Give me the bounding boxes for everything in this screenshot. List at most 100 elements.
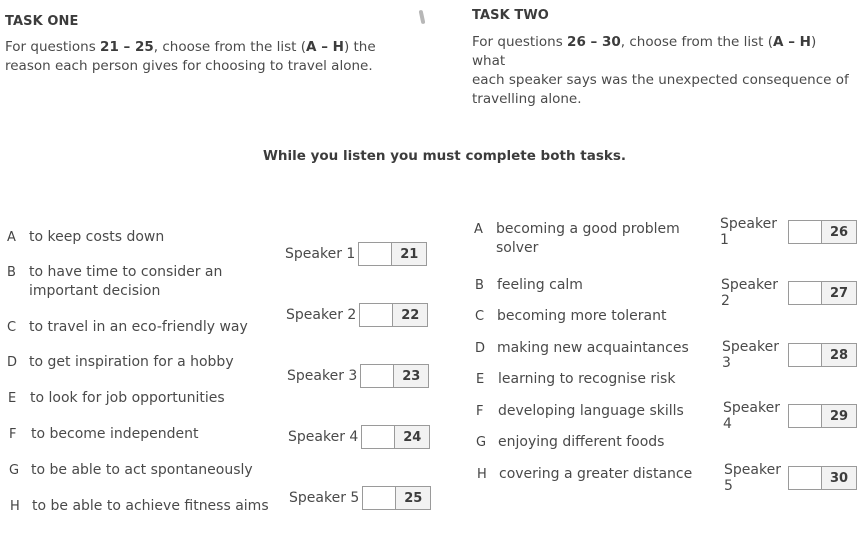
option-text: becoming a good problem [496,221,680,237]
option-letter: H [477,467,487,482]
task-one-speaker-5: Speaker 5 25 [289,486,432,510]
task-two-speaker-1: Speaker 1 26 [720,216,857,248]
option-text: covering a greater distance [499,466,693,482]
task-one-speaker-1: Speaker 1 21 [285,242,428,266]
answer-box: 24 [361,425,431,449]
pencil-mark [418,9,426,25]
option-letter: A [7,230,16,245]
option-text: to become independent [31,426,199,442]
option-e: Eto look for job opportunities [8,389,225,408]
task-two-speaker-4: Speaker 4 29 [723,400,857,432]
speaker-label: Speaker 1 [285,246,356,262]
question-number: 29 [822,405,856,427]
option-letter: H [10,499,20,514]
option-letter: C [7,320,17,335]
answer-box: 27 [788,281,857,305]
option-letter: G [9,463,20,478]
speaker-label: Speaker 5 [289,490,360,506]
option-text: to be able to act spontaneously [31,462,253,478]
answer-box: 25 [362,486,432,510]
option-text: making new acquaintances [497,340,689,356]
option-letter: D [475,341,486,356]
answer-input[interactable] [362,426,396,448]
option-c: Cto travel in an eco-friendly way [7,318,248,337]
option-g: Gto be able to act spontaneously [9,461,253,480]
centre-instruction: While you listen you must complete both … [263,148,627,164]
answer-input[interactable] [361,365,395,387]
option-f: Fto become independent [9,425,198,444]
option-text-continued: solver [496,240,539,256]
answer-box: 23 [360,364,430,388]
question-number: 27 [822,282,856,304]
option-g: Genjoying different foods [476,433,664,452]
option-text: to have time to consider an [29,264,223,280]
option-letter: D [7,355,18,370]
option-b: Bfeeling calm [475,276,583,295]
option-a: Ato keep costs down [7,228,164,247]
task-two-speaker-5: Speaker 5 30 [724,462,857,494]
answer-input[interactable] [789,344,822,366]
answer-input[interactable] [360,304,394,326]
option-b: Bto have time to consider an important de… [7,263,222,301]
speaker-label: Speaker 2 [721,277,778,309]
option-d: Dto get inspiration for a hobby [7,353,234,372]
question-number: 26 [822,221,856,243]
option-text: enjoying different foods [498,434,665,450]
answer-box: 29 [788,404,857,428]
option-letter: E [8,391,17,406]
option-f: Fdeveloping language skills [476,402,684,421]
option-d: Dmaking new acquaintances [475,339,689,358]
answer-box: 22 [359,303,429,327]
task-two-speaker-3: Speaker 3 28 [722,339,857,371]
option-letter: E [476,372,485,387]
option-letter: F [476,404,484,419]
option-text: to be able to achieve fitness aims [32,498,269,514]
answer-input[interactable] [363,487,397,509]
task-one-instructions: For questions 21 – 25, choose from the l… [5,39,376,74]
option-text: to travel in an eco-friendly way [29,319,248,335]
task-two-instructions: For questions 26 – 30, choose from the l… [472,34,849,107]
option-text: to get inspiration for a hobby [29,354,234,370]
option-h: Hto be able to achieve fitness aims [10,497,269,516]
answer-box: 21 [358,242,428,266]
speaker-label: Speaker 2 [286,307,357,323]
task-one-title: TASK ONE [5,14,79,29]
option-text: developing language skills [498,403,684,419]
answer-box: 28 [788,343,857,367]
answer-input[interactable] [789,405,822,427]
option-letter: A [474,222,483,237]
answer-box: 30 [788,466,857,490]
option-letter: C [475,309,485,324]
question-number: 25 [396,487,431,509]
option-e: Elearning to recognise risk [476,370,675,389]
answer-input[interactable] [789,282,822,304]
question-number: 22 [393,304,428,326]
option-a: Abecoming a good problem solver [474,220,680,258]
option-text: learning to recognise risk [498,371,676,387]
answer-box: 26 [788,220,857,244]
task-one-speaker-4: Speaker 4 24 [288,425,431,449]
option-text: feeling calm [497,277,583,293]
option-text: becoming more tolerant [497,308,667,324]
option-text: to keep costs down [29,229,165,245]
speaker-label: Speaker 4 [288,429,359,445]
answer-input[interactable] [789,221,822,243]
option-letter: B [475,278,484,293]
option-h: Hcovering a greater distance [477,465,692,484]
option-text: to look for job opportunities [30,390,225,406]
answer-input[interactable] [789,467,822,489]
question-number: 24 [395,426,430,448]
task-one-speaker-3: Speaker 3 23 [287,364,430,388]
task-two-speaker-2: Speaker 2 27 [721,277,857,309]
option-letter: G [476,435,487,450]
option-c: Cbecoming more tolerant [475,307,666,326]
speaker-label: Speaker 4 [723,400,780,432]
answer-input[interactable] [359,243,393,265]
task-two-title: TASK TWO [472,8,549,23]
option-text-continued: important decision [29,283,161,299]
task-one-speaker-2: Speaker 2 22 [286,303,429,327]
speaker-label: Speaker 3 [287,368,358,384]
question-number: 30 [822,467,856,489]
option-letter: B [7,265,16,280]
question-number: 21 [392,243,427,265]
